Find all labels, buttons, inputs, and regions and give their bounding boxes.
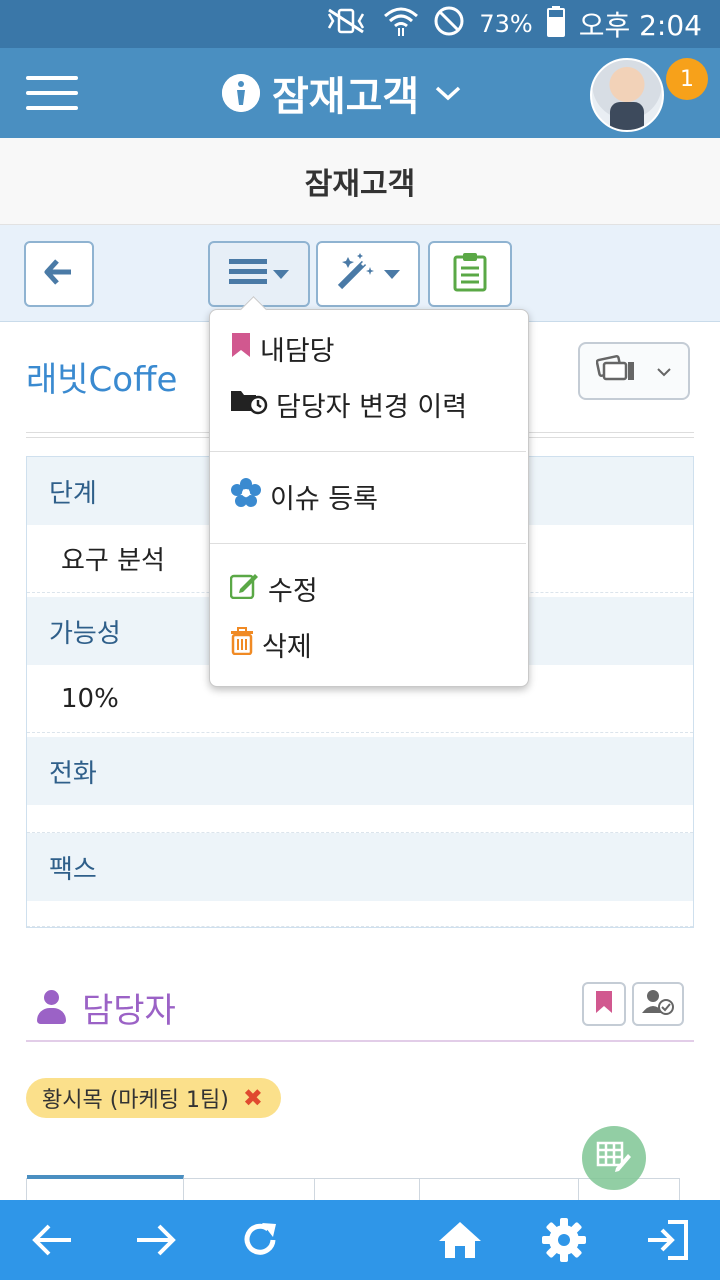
back-icon[interactable] xyxy=(28,1216,76,1264)
app-bar: 잠재고객 1 xyxy=(0,48,720,138)
clock: 오후 2:04 xyxy=(578,9,702,42)
menu-item-register-issue[interactable]: 이슈 등록 xyxy=(230,474,378,518)
menu-separator xyxy=(210,543,526,544)
menu-item-owner-history[interactable]: 담당자 변경 이력 xyxy=(230,382,467,426)
menu-item-delete[interactable]: 삭제 xyxy=(230,622,312,666)
magic-wand-button[interactable] xyxy=(316,241,420,307)
caret-down-icon xyxy=(273,269,289,279)
wifi-icon xyxy=(383,6,419,43)
field-label-fax: 팩스 xyxy=(27,833,693,901)
page-title: 잠재고객 xyxy=(0,138,720,225)
section-divider xyxy=(26,1040,694,1042)
info-icon xyxy=(222,74,260,112)
back-button[interactable] xyxy=(24,241,94,307)
status-bar: 73% 오후 2:04 xyxy=(0,0,720,48)
hamburger-icon[interactable] xyxy=(26,76,78,110)
menu-item-label: 삭제 xyxy=(262,631,312,663)
forward-icon[interactable] xyxy=(132,1216,180,1264)
bookmark-icon xyxy=(230,332,252,365)
menu-item-label: 이슈 등록 xyxy=(270,483,378,515)
magic-wand-icon xyxy=(336,253,378,295)
bookmark-button[interactable] xyxy=(582,982,626,1026)
owner-section-label: 담당자 xyxy=(82,990,176,1031)
list-menu-button[interactable] xyxy=(208,241,310,307)
home-icon[interactable] xyxy=(436,1216,484,1264)
back-arrow-icon xyxy=(43,258,75,290)
menu-item-label: 내담당 xyxy=(260,335,335,367)
logout-icon[interactable] xyxy=(644,1216,692,1264)
edit-icon xyxy=(229,571,260,606)
battery-icon xyxy=(546,5,565,44)
owner-chip: 황시목 (마케팅 1팀) ✖ xyxy=(26,1078,281,1118)
menu-item-label: 담당자 변경 이력 xyxy=(276,391,468,423)
mute-vibrate-icon xyxy=(323,6,369,43)
menu-item-my-owner[interactable]: 내담당 xyxy=(230,326,335,370)
bookmark-icon xyxy=(594,990,614,1018)
table-edit-fab[interactable] xyxy=(582,1126,646,1190)
toolbar xyxy=(0,225,720,322)
refresh-icon[interactable] xyxy=(236,1216,284,1264)
flower-icon xyxy=(230,477,262,516)
clipboard-button[interactable] xyxy=(428,241,512,307)
menu-item-label: 수정 xyxy=(268,575,318,607)
chevron-down-icon xyxy=(656,362,672,381)
chevron-down-icon xyxy=(435,79,461,107)
record-name[interactable]: 래빗Coffe xyxy=(26,352,177,401)
menu-item-edit[interactable]: 수정 xyxy=(229,566,318,610)
owner-section-title: 담당자 xyxy=(36,982,176,1032)
field-value-fax xyxy=(27,901,693,927)
trash-icon xyxy=(230,626,254,662)
person-icon xyxy=(36,990,66,1024)
field-label-phone: 전화 xyxy=(27,737,693,805)
assign-owner-button[interactable] xyxy=(632,982,684,1026)
owner-chip-label: 황시목 (마케팅 1팀) xyxy=(42,1088,229,1113)
bottom-nav xyxy=(0,1200,720,1280)
menu-separator xyxy=(210,451,526,452)
clipboard-icon xyxy=(453,252,487,296)
business-card-button[interactable] xyxy=(578,342,690,400)
user-check-icon xyxy=(642,989,674,1019)
field-value-phone xyxy=(27,805,693,833)
notification-badge[interactable]: 1 xyxy=(666,58,708,100)
app-title: 잠재고객 xyxy=(272,74,420,120)
avatar[interactable] xyxy=(590,58,664,132)
list-dropdown-menu: 내담당 담당자 변경 이력 이슈 등록 수정 삭제 xyxy=(209,309,529,687)
caret-down-icon xyxy=(384,269,400,279)
no-sign-icon xyxy=(433,5,465,44)
app-title-switcher[interactable]: 잠재고객 xyxy=(222,62,461,124)
remove-owner-icon[interactable]: ✖ xyxy=(243,1084,263,1112)
business-card-icon xyxy=(595,354,636,388)
folder-history-icon xyxy=(230,387,268,422)
table-edit-icon xyxy=(596,1140,632,1176)
battery-percent: 73% xyxy=(479,10,533,38)
settings-icon[interactable] xyxy=(540,1216,588,1264)
list-menu-icon xyxy=(229,257,267,291)
